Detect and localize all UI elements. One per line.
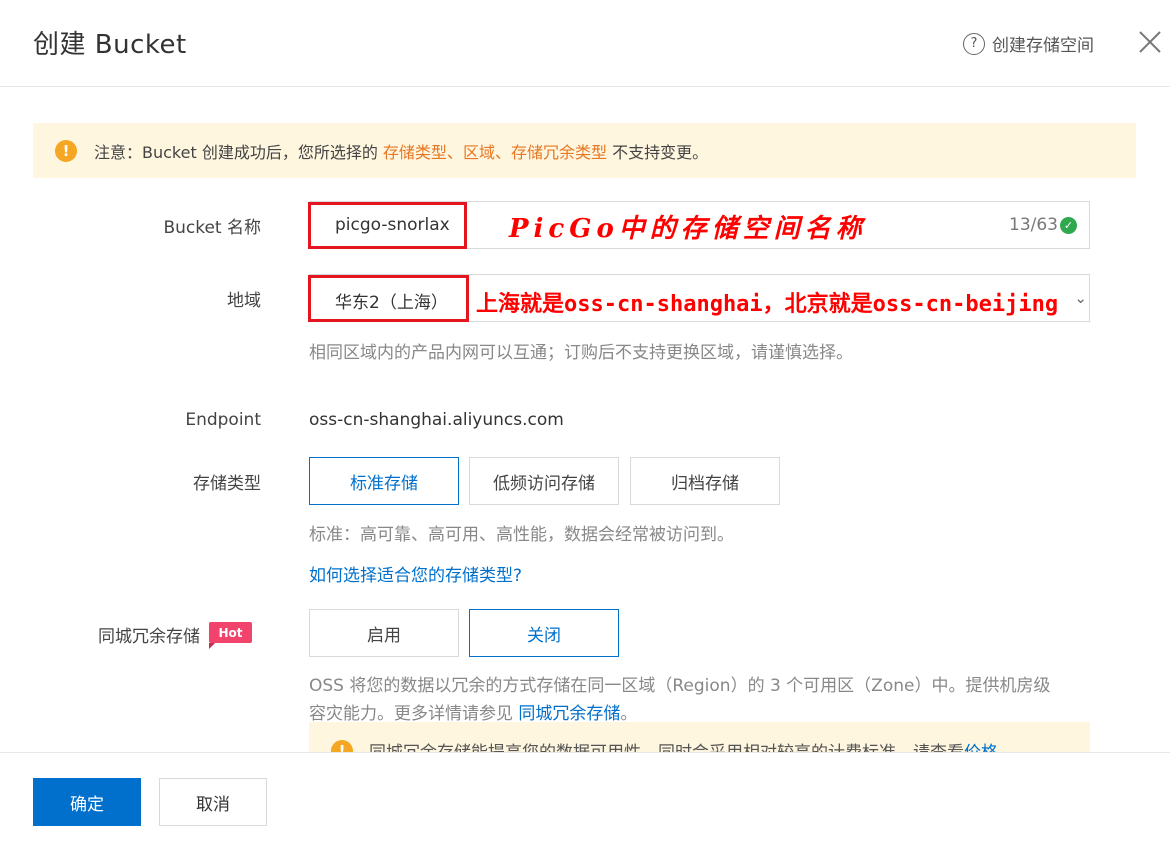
question-icon: ? — [963, 32, 985, 55]
confirm-button[interactable]: 确定 — [33, 778, 141, 826]
region-label: 地域 — [227, 291, 261, 311]
notice-redundancy: 存储冗余类型 — [510, 142, 607, 162]
notice-prefix: 注意：Bucket 创建成功后，您所选择的 — [94, 142, 383, 162]
bucket-name-label: Bucket 名称 — [163, 218, 261, 238]
notice-suffix: 不支持变更。 — [606, 142, 709, 162]
notice-region: 区域 — [462, 142, 495, 162]
help-label: 创建存储空间 — [992, 36, 1094, 56]
notice-sep-1: 、 — [446, 142, 463, 162]
redundancy-description: OSS 将您的数据以冗余的方式存储在同一区域（Region）的 3 个可用区（Z… — [309, 672, 1099, 728]
close-icon[interactable] — [1134, 26, 1166, 58]
annotation-region: 上海就是oss-cn-shanghai，北京就是oss-cn-beijing — [476, 292, 1059, 317]
storage-class-hint: 标准：高可靠、高可用、高性能，数据会经常被访问到。 — [309, 525, 734, 545]
annotation-bucket-name: PicGo中的存储空间名称 — [509, 214, 867, 244]
redundancy-label: 同城冗余存储 — [98, 627, 200, 647]
redundancy-desc-line2: 容灾能力。更多详情请参见 — [309, 704, 519, 724]
bucket-name-counter: 13/63 ✓ — [1009, 215, 1077, 235]
annotation-box-bucket-name — [308, 202, 467, 249]
redundancy-enable[interactable]: 启用 — [309, 609, 459, 657]
notice-storage-type: 存储类型 — [382, 142, 447, 162]
storage-class-ia[interactable]: 低频访问存储 — [469, 457, 619, 505]
storage-class-label: 存储类型 — [193, 474, 261, 494]
chevron-down-icon: ⌄ — [1074, 289, 1087, 307]
help-link[interactable]: ? 创建存储空间 — [963, 31, 1094, 56]
endpoint-value: oss-cn-shanghai.aliyuncs.com — [309, 410, 564, 430]
storage-class-archive[interactable]: 归档存储 — [630, 457, 780, 505]
hot-badge: Hot — [209, 622, 252, 649]
redundancy-doc-link[interactable]: 同城冗余存储 — [518, 704, 620, 724]
dialog-header: 创建 Bucket ? 创建存储空间 — [0, 0, 1170, 87]
annotation-box-region — [308, 275, 469, 322]
redundancy-desc-line1: OSS 将您的数据以冗余的方式存储在同一区域（Region）的 3 个可用区（Z… — [309, 676, 1051, 696]
counter-text: 13/63 — [1009, 215, 1058, 235]
notice-sep-2: 、 — [494, 142, 511, 162]
check-circle-icon: ✓ — [1060, 216, 1077, 234]
region-hint: 相同区域内的产品内网可以互通；订购后不支持更换区域，请谨慎选择。 — [309, 343, 853, 363]
storage-class-standard[interactable]: 标准存储 — [309, 457, 459, 505]
endpoint-label: Endpoint — [185, 410, 261, 430]
redundancy-disable[interactable]: 关闭 — [469, 609, 619, 657]
dialog-footer: 确定 取消 — [0, 752, 1170, 848]
storage-class-help-link[interactable]: 如何选择适合您的存储类型? — [309, 561, 522, 586]
redundancy-desc-end: 。 — [620, 704, 638, 724]
warning-icon: ! — [55, 139, 77, 162]
cancel-button[interactable]: 取消 — [159, 778, 267, 826]
immutability-notice: ! 注意：Bucket 创建成功后，您所选择的 存储类型、区域、存储冗余类型 不… — [33, 123, 1136, 178]
dialog-title: 创建 Bucket — [33, 30, 187, 60]
notice-text: 注意：Bucket 创建成功后，您所选择的 存储类型、区域、存储冗余类型 不支持… — [94, 139, 708, 163]
